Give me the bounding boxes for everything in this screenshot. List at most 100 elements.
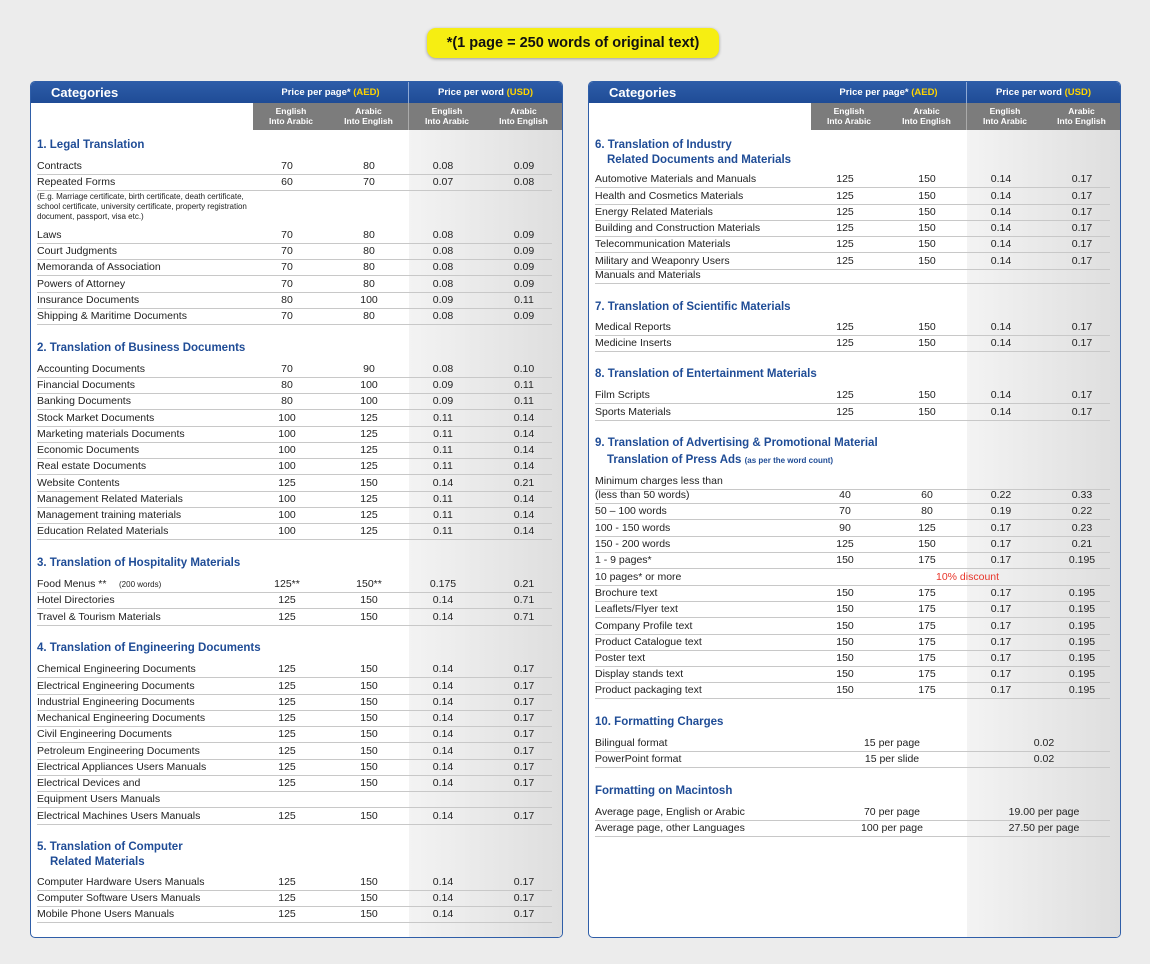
table-row: Laws 70 80 0.08 0.09 (31, 228, 562, 243)
row-value-3: 0.17 (990, 684, 1012, 696)
row-value-4: 0.17 (513, 696, 535, 708)
row-value-3: 0.17 (990, 522, 1012, 534)
row-value-1: 125 (278, 810, 296, 822)
sub-header-2: Arabic Into English (329, 103, 409, 130)
row-value-2: 150 (360, 745, 378, 757)
row-label: Brochure text (595, 587, 658, 599)
row-value-1: 70 (281, 310, 293, 322)
row-value-4: 0.17 (1071, 389, 1093, 401)
section-title-formatting: 10. Formatting Charges (595, 716, 724, 728)
table-row: (less than 50 words) 40 60 0.22 0.33 (589, 488, 1120, 503)
row-value-2: 150 (918, 206, 936, 218)
row-value-1: 150 (836, 684, 854, 696)
row-value-3: 0.09 (432, 294, 454, 306)
row-value-1: 70 (281, 245, 293, 257)
row-value-1: 100 (278, 493, 296, 505)
row-value-2: 80 (921, 505, 933, 517)
row-label: Laws (37, 229, 62, 241)
row-value-3: 0.14 (990, 238, 1012, 250)
row-value-4: 0.14 (513, 428, 535, 440)
row-label: Hotel Directories (37, 594, 115, 606)
section-title-advertising: 9. Translation of Advertising & Promotio… (595, 437, 878, 449)
row-value-2: 70 (363, 176, 375, 188)
categories-heading: Categories (609, 85, 677, 100)
row-value-4: 0.17 (513, 745, 535, 757)
row-label: (less than 50 words) (595, 489, 690, 501)
table-row: Real estate Documents 100 125 0.11 0.14 (31, 459, 562, 474)
table-row: Average page, other Languages 100 per pag… (589, 821, 1120, 836)
row-value-2: 175 (918, 636, 936, 648)
row-separator (37, 922, 552, 923)
row-value-4: 0.11 (514, 294, 534, 306)
table-header: Categories Price per page* (AED) Price per… (31, 82, 562, 103)
row-value-4: 0.17 (513, 680, 535, 692)
row-value-4: 0.23 (1071, 522, 1093, 534)
table-row: Industrial Engineering Documents 125 150 0.… (31, 695, 562, 710)
right-price-table: Categories Price per page* (AED) Price per… (588, 81, 1121, 938)
table-row: Poster text 150 175 0.17 0.195 (589, 651, 1120, 666)
row-value-2: 125 (360, 493, 378, 505)
table-row: Average page, English or Arabic 70 per pa… (589, 805, 1120, 820)
row-label: 1 - 9 pages* (595, 554, 652, 566)
row-label: Court Judgments (37, 245, 117, 257)
row-value-2: 150 (360, 728, 378, 740)
row-value-4: 0.14 (513, 525, 535, 537)
table-row: Marketing materials Documents 100 125 0.11 0… (31, 427, 562, 442)
row-value-1: 125 (836, 190, 854, 202)
table-row: Mechanical Engineering Documents 125 150 0.… (31, 711, 562, 726)
row-separator (595, 403, 1110, 404)
section-title-scientific: 7. Translation of Scientific Materials (595, 301, 791, 313)
row-value-1: 150 (836, 620, 854, 632)
row-value-4: 0.71 (513, 611, 535, 623)
row-value-4: 0.11 (514, 395, 534, 407)
row-value-1: 125 (278, 892, 296, 904)
row-value-1: 70 (281, 160, 293, 172)
row-value-2: 175 (918, 603, 936, 615)
row-value-4: 0.195 (1068, 668, 1096, 680)
row-value-2: 150 (918, 538, 936, 550)
row-value-per-page: 15 per slide (864, 753, 920, 765)
table-row: Petroleum Engineering Documents 125 150 0.1… (31, 744, 562, 759)
row-value-1: 150 (836, 587, 854, 599)
row-value-1: 80 (281, 379, 293, 391)
row-value-1: 100 (278, 525, 296, 537)
section-title-engineering: 4. Translation of Engineering Documents (37, 642, 261, 654)
row-label: Contracts (37, 160, 82, 172)
table-row: Product Catalogue text 150 175 0.17 0.195 (589, 635, 1120, 650)
row-value-4: 0.11 (514, 379, 534, 391)
table-row: 150 - 200 words 125 150 0.17 0.21 (589, 537, 1120, 552)
row-value-1: 125 (278, 611, 296, 623)
table-row: Computer Hardware Users Manuals 125 150 0.1… (31, 875, 562, 890)
row-label: Shipping & Maritime Documents (37, 310, 187, 322)
row-separator (37, 608, 552, 609)
row-value-3: 0.17 (990, 603, 1012, 615)
table-row: Telecommunication Materials 125 150 0.14 0.1… (589, 237, 1120, 252)
row-value-per-page: 15 per page (863, 737, 921, 749)
row-label: Insurance Documents (37, 294, 140, 306)
row-label: Computer Software Users Manuals (37, 892, 201, 904)
table-row: Medical Reports 125 150 0.14 0.17 (589, 320, 1120, 335)
header-divider (966, 82, 967, 103)
row-value-1: 125 (836, 255, 854, 267)
row-separator (37, 807, 552, 808)
row-label: Leaflets/Flyer text (595, 603, 678, 615)
table-row: Food Menus ** 125** 150** 0.175 0.21 (31, 577, 562, 592)
row-value-4: 0.14 (513, 460, 535, 472)
row-value-2: 150 (360, 594, 378, 606)
row-value-2: 150 (918, 222, 936, 234)
row-value-2: 100 (360, 379, 378, 391)
row-value-3: 0.14 (432, 594, 454, 606)
row-value-2: 150 (360, 663, 378, 675)
row-value-4: 0.09 (513, 310, 535, 322)
row-value-3: 0.08 (432, 310, 454, 322)
table-row: Stock Market Documents 100 125 0.11 0.14 (31, 411, 562, 426)
table-row: Minimum charges less than (589, 474, 1120, 489)
row-value-4: 0.09 (513, 261, 535, 273)
discount-label: 10% discount (936, 571, 1000, 583)
price-per-page-heading: Price per page* (AED) (253, 82, 408, 103)
row-value-1: 80 (281, 294, 293, 306)
row-value-2: 125 (918, 522, 936, 534)
row-value-4: 0.14 (513, 412, 535, 424)
table-row: Electrical Engineering Documents 125 150 0.… (31, 679, 562, 694)
row-label: Display stands text (595, 668, 684, 680)
